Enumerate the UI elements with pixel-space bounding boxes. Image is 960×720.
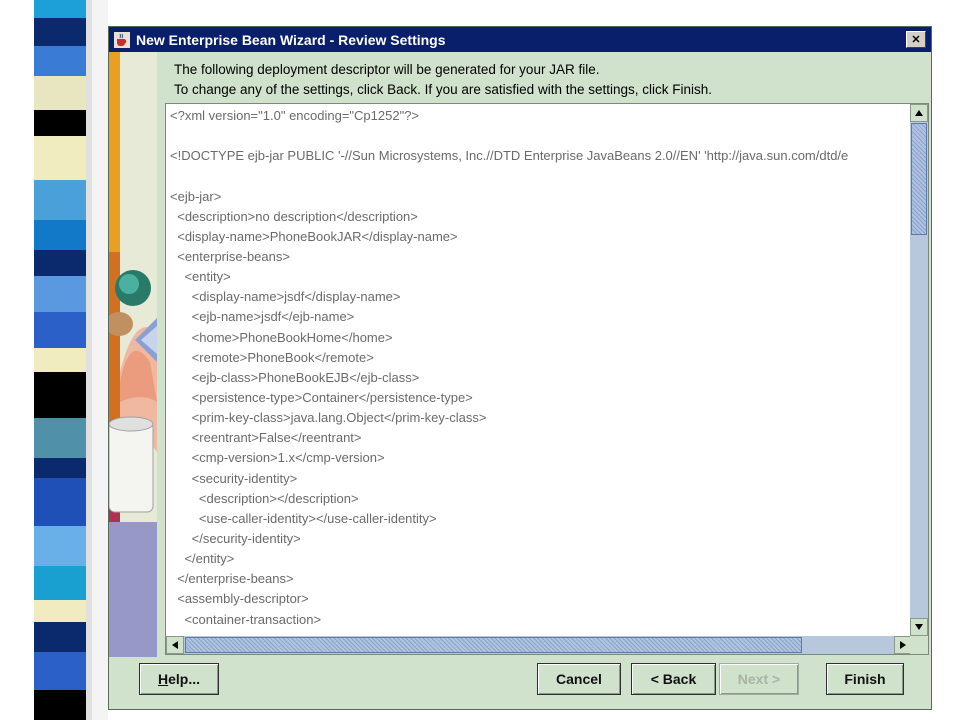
help-button[interactable]: Help... (139, 663, 219, 695)
descriptor-line: <use-caller-identity></use-caller-identi… (170, 510, 437, 526)
back-label: < Back (650, 671, 697, 687)
descriptor-line: </entity> (170, 551, 235, 567)
descriptor-line: <container-transaction> (170, 611, 322, 627)
next-button[interactable]: Next > (719, 663, 799, 695)
cancel-button[interactable]: Cancel (537, 663, 621, 695)
descriptor-line: <reentrant>False</reentrant> (170, 430, 362, 446)
instruction-line-1: The following deployment descriptor will… (174, 62, 600, 77)
descriptor-line (170, 126, 908, 146)
descriptor-line: <assembly-descriptor> (170, 591, 309, 607)
arrow-right-icon (900, 641, 906, 649)
wizard-illustration (109, 52, 157, 657)
cancel-label: Cancel (556, 671, 602, 687)
horizontal-scroll-thumb[interactable] (185, 637, 802, 653)
java-cup-icon (113, 31, 131, 49)
finish-button[interactable]: Finish (826, 663, 904, 695)
arrow-down-icon (915, 624, 923, 630)
finish-label: Finish (844, 671, 886, 687)
descriptor-line: </security-identity> (170, 530, 301, 546)
arrow-up-icon (915, 110, 923, 116)
descriptor-line: </enterprise-beans> (170, 571, 294, 587)
descriptor-line: <ejb-class>PhoneBookEJB</ejb-class> (170, 369, 420, 385)
scroll-left-button[interactable] (166, 636, 184, 654)
wizard-dialog: New Enterprise Bean Wizard - Review Sett… (108, 26, 932, 710)
descriptor-line: <ejb-name>jsdf</ejb-name> (170, 309, 355, 325)
wizard-art-panel (109, 52, 157, 657)
arrow-left-icon (172, 641, 178, 649)
descriptor-line: <persistence-type>Container</persistence… (170, 389, 473, 405)
scroll-up-button[interactable] (910, 104, 928, 122)
back-button[interactable]: < Back (631, 663, 716, 695)
help-label: elp... (168, 671, 201, 687)
descriptor-line: <display-name>jsdf</display-name> (170, 289, 401, 305)
horizontal-scrollbar[interactable] (166, 636, 912, 654)
close-button[interactable]: ✕ (906, 31, 926, 48)
descriptor-line: <enterprise-beans> (170, 248, 290, 264)
help-mnemonic: H (157, 671, 169, 687)
descriptor-line: <cmp-version>1.x</cmp-version> (170, 450, 385, 466)
descriptor-line: <remote>PhoneBook</remote> (170, 349, 374, 365)
vertical-scrollbar[interactable] (910, 104, 928, 636)
window-title: New Enterprise Bean Wizard - Review Sett… (136, 31, 446, 48)
descriptor-line (170, 166, 908, 186)
descriptor-text[interactable]: <?xml version="1.0" encoding="Cp1252"?> <… (170, 106, 908, 634)
scrollbar-corner (910, 636, 928, 654)
descriptor-line: <method> (170, 630, 908, 634)
descriptor-line: <description>no description</description… (170, 208, 418, 224)
descriptor-line: <!DOCTYPE ejb-jar PUBLIC '-//Sun Microsy… (170, 148, 849, 164)
instruction-line-2: To change any of the settings, click Bac… (174, 82, 713, 97)
descriptor-line: <?xml version="1.0" encoding="Cp1252"?> (170, 108, 420, 123)
instructions: The following deployment descriptor will… (174, 60, 914, 100)
descriptor-line: <description></description> (170, 490, 359, 506)
descriptor-line: <display-name>PhoneBookJAR</display-name… (170, 228, 458, 244)
descriptor-line: <home>PhoneBookHome</home> (170, 329, 393, 345)
descriptor-line: <ejb-jar> (170, 188, 222, 204)
next-label: Next > (737, 671, 781, 687)
descriptor-line: <security-identity> (170, 470, 298, 486)
title-bar[interactable]: New Enterprise Bean Wizard - Review Sett… (109, 27, 931, 52)
scroll-down-button[interactable] (910, 618, 928, 636)
descriptor-line: <entity> (170, 269, 231, 285)
decorative-stripe-column (0, 0, 108, 720)
vertical-scroll-thumb[interactable] (911, 123, 927, 235)
close-icon: ✕ (911, 34, 921, 46)
descriptor-line: <prim-key-class>java.lang.Object</prim-k… (170, 410, 487, 426)
deployment-descriptor-textarea[interactable]: <?xml version="1.0" encoding="Cp1252"?> <… (165, 103, 929, 655)
